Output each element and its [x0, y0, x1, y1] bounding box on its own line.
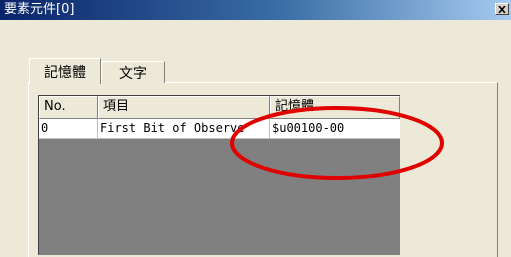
close-button[interactable] — [495, 3, 509, 15]
tab-memory-label: 記憶體 — [44, 64, 86, 81]
cell-memory[interactable]: $u00100-00 — [270, 119, 400, 139]
tab-text-label: 文字 — [119, 65, 147, 82]
column-header-memory[interactable]: 記憶體 — [270, 96, 400, 119]
cell-item[interactable]: First Bit of Observe — [98, 119, 270, 139]
tab-text[interactable]: 文字 — [101, 61, 165, 83]
column-header-item[interactable]: 項目 — [98, 96, 270, 119]
title-bar: 要素元件[0] — [0, 0, 511, 20]
column-header-no[interactable]: No. — [39, 96, 98, 119]
memory-table[interactable]: No. 項目 記憶體 0 First Bit of Observe $u0010… — [38, 95, 400, 255]
cell-no[interactable]: 0 — [39, 119, 98, 139]
close-icon — [498, 5, 506, 13]
window-title: 要素元件[0] — [4, 2, 75, 17]
table-row[interactable]: 0 First Bit of Observe $u00100-00 — [39, 119, 400, 139]
tab-memory[interactable]: 記憶體 — [29, 58, 101, 84]
